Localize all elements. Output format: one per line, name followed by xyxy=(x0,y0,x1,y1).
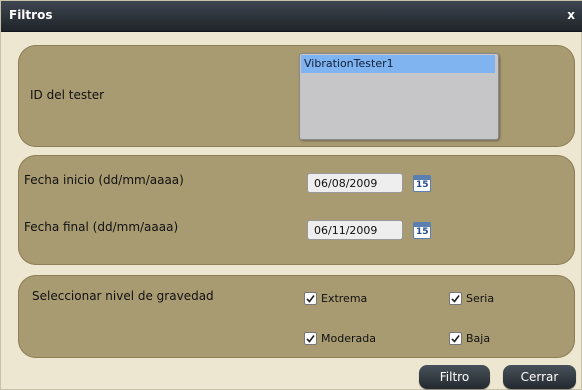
checkbox-label: Seria xyxy=(466,291,495,305)
checkbox-label: Moderada xyxy=(321,331,376,345)
tester-listbox[interactable]: VibrationTester1 xyxy=(299,53,499,140)
list-item[interactable]: VibrationTester1 xyxy=(301,55,495,73)
end-date-label: Fecha final (dd/mm/aaaa) xyxy=(24,220,179,234)
calendar-icon-number: 15 xyxy=(416,227,429,237)
severity-panel xyxy=(18,275,575,358)
filter-button[interactable]: Filtro xyxy=(419,365,490,389)
dialog-title: Filtros xyxy=(9,8,53,22)
calendar-icon[interactable]: 15 xyxy=(413,222,431,239)
filter-dialog: Filtros x ID del tester VibrationTester1… xyxy=(0,0,582,390)
checkbox-checked-icon[interactable] xyxy=(449,331,462,345)
tester-id-label: ID del tester xyxy=(30,88,105,102)
calendar-icon[interactable]: 15 xyxy=(413,175,431,192)
dates-panel xyxy=(18,155,575,265)
close-button[interactable]: Cerrar xyxy=(503,365,576,389)
checkbox-checked-icon[interactable] xyxy=(449,291,462,305)
severity-label: Seleccionar nivel de gravedad xyxy=(32,289,214,303)
checkbox-label: Extrema xyxy=(321,291,368,305)
checkbox-moderada[interactable]: Moderada xyxy=(304,330,376,346)
checkbox-baja[interactable]: Baja xyxy=(449,330,490,346)
calendar-icon-number: 15 xyxy=(416,180,429,190)
checkbox-checked-icon[interactable] xyxy=(304,291,317,305)
checkbox-extrema[interactable]: Extrema xyxy=(304,290,367,306)
end-date-input[interactable]: 06/11/2009 xyxy=(307,220,403,240)
titlebar: Filtros x xyxy=(1,1,582,32)
checkbox-seria[interactable]: Seria xyxy=(449,290,494,306)
start-date-input[interactable]: 06/08/2009 xyxy=(307,173,403,193)
start-date-label: Fecha inicio (dd/mm/aaaa) xyxy=(24,173,184,187)
checkbox-checked-icon[interactable] xyxy=(304,331,317,345)
close-icon[interactable]: x xyxy=(567,8,575,22)
checkbox-label: Baja xyxy=(466,331,491,345)
